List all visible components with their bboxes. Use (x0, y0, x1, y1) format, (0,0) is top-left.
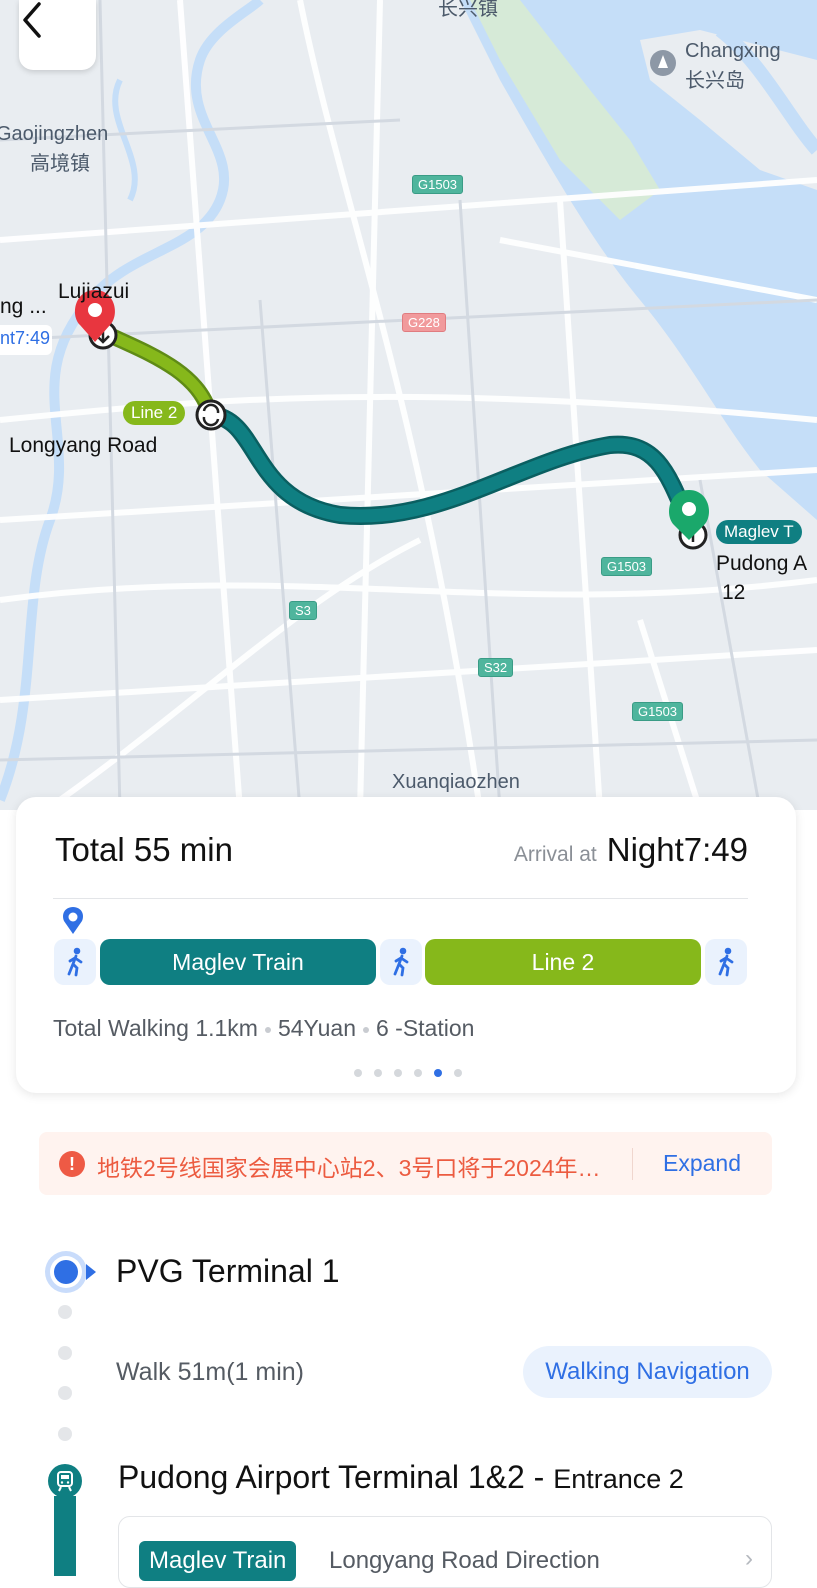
page-dot-active[interactable] (434, 1069, 442, 1077)
line-tag: Maglev Train (139, 1541, 297, 1581)
page-indicator[interactable] (354, 1069, 462, 1077)
maglev-timeline-bar (54, 1496, 76, 1576)
timeline-dot (58, 1386, 72, 1400)
ride-detail[interactable]: Maglev Train Longyang Road Direction › (118, 1516, 772, 1588)
page-dot[interactable] (414, 1069, 422, 1077)
map-canvas[interactable] (0, 0, 817, 810)
map-label-left-partial: ng ... (0, 295, 47, 318)
map-label-pudong: Pudong A (716, 552, 808, 575)
map-label-gaojing-en: Gaojingzhen (0, 123, 109, 145)
map-label-top: 长兴镇 (438, 0, 498, 20)
chevron-left-icon (23, 2, 41, 38)
walk-segment (705, 939, 747, 985)
station-count: 6 -Station (375, 1015, 475, 1041)
location-pin-icon (63, 907, 83, 934)
timeline-dot (58, 1305, 72, 1319)
divider (632, 1148, 633, 1180)
walking-icon (67, 947, 83, 977)
walking-icon (393, 947, 409, 977)
service-notice[interactable]: ! 地铁2号线国家会展中心站2、3号口将于2024年起临时封闭 Expand (39, 1132, 772, 1195)
arrival-label: Arrival at (513, 843, 597, 866)
page-dot[interactable] (454, 1069, 462, 1077)
station-title: Pudong Airport Terminal 1&2 (118, 1459, 525, 1495)
walking-icon (718, 947, 734, 977)
timeline-dot (58, 1427, 72, 1441)
separator-dot (362, 1026, 369, 1033)
map-maglev-tag: Maglev T (716, 520, 802, 544)
route-summary-card[interactable]: Total 55 min Arrival at Night7:49 Maglev… (16, 797, 796, 1093)
origin-location-icon (45, 1251, 96, 1293)
map-label-changxing-en: Changxing (685, 40, 781, 62)
map-label-longyang: Longyang Road (9, 434, 158, 457)
back-button[interactable] (19, 0, 96, 70)
page-dot[interactable] (354, 1069, 362, 1077)
arrival-time: Night7:49 (606, 831, 748, 868)
road-shield: G228 (402, 313, 446, 332)
station-entrance: Entrance 2 (553, 1464, 684, 1494)
arrival-info: Arrival at Night7:49 (514, 831, 748, 869)
maglev-segment: Maglev Train (100, 939, 376, 985)
road-shield: G1503 (412, 175, 464, 194)
alert-icon: ! (59, 1151, 85, 1177)
road-shield: S32 (478, 658, 514, 677)
walking-distance: Total Walking 1.1km (53, 1015, 258, 1041)
road-shield: S3 (289, 601, 317, 620)
walking-navigation-button[interactable]: Walking Navigation (523, 1346, 772, 1398)
walk-segment (54, 939, 96, 985)
total-duration: Total 55 min (55, 831, 233, 868)
route-map[interactable]: 长兴镇 Changxing 长兴岛 Gaojingzhen 高境镇 Lujiaz… (0, 0, 817, 810)
divider (53, 898, 748, 899)
page-dot[interactable] (374, 1069, 382, 1077)
ride-direction: Longyang Road Direction (329, 1547, 600, 1574)
line2-segment: Line 2 (425, 939, 701, 985)
map-label-changxing-cn: 长兴岛 (685, 70, 745, 92)
page-dot[interactable] (394, 1069, 402, 1077)
map-label-xuanqiao: Xuanqiaozhen (392, 771, 520, 793)
expand-button[interactable]: Expand (663, 1150, 741, 1177)
separator-dot (264, 1026, 271, 1033)
map-label-left-time: nt7:49 (0, 328, 51, 348)
walk-segment (380, 939, 422, 985)
train-icon (48, 1464, 82, 1498)
station-name: Pudong Airport Terminal 1&2 - Entrance 2 (118, 1459, 684, 1496)
walk-step: Walk 51m(1 min) (116, 1358, 304, 1386)
map-label-pudong-num: 12 (722, 581, 746, 604)
road-shield: G1503 (632, 702, 684, 721)
fare: 54Yuan (277, 1015, 356, 1041)
map-label-gaojing-cn: 高境镇 (30, 153, 90, 175)
timeline-dot (58, 1346, 72, 1360)
origin-name: PVG Terminal 1 (116, 1253, 340, 1289)
road-shield: G1503 (601, 557, 653, 576)
route-stats: Total Walking 1.1km 54Yuan 6 -Station (53, 1015, 474, 1042)
notice-text: 地铁2号线国家会展中心站2、3号口将于2024年起临时封闭 (97, 1155, 617, 1181)
chevron-right-icon: › (745, 1545, 753, 1572)
route-segments: Maglev Train Line 2 (54, 938, 747, 986)
map-label-lujiazui: Lujiazui (58, 280, 130, 303)
station-separator: - (524, 1459, 554, 1495)
map-line2-tag: Line 2 (123, 401, 186, 425)
